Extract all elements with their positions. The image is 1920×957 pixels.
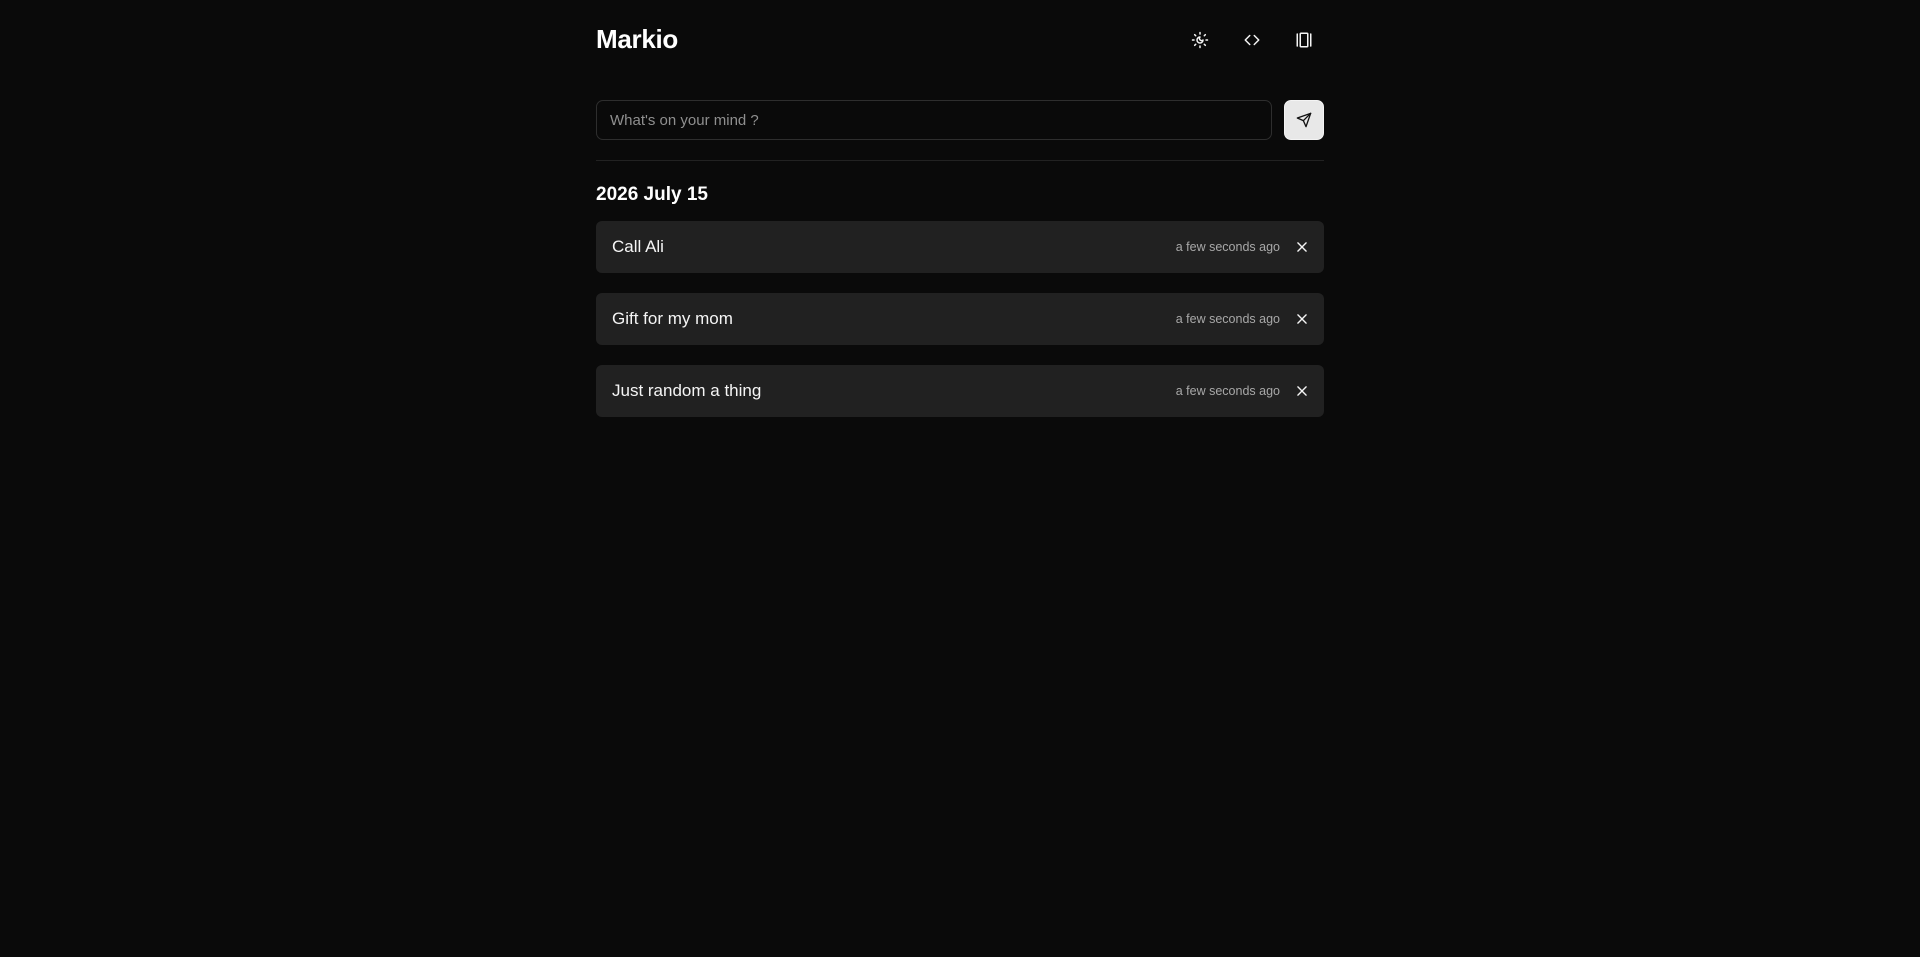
- header: Markio: [596, 0, 1324, 80]
- delete-note-button[interactable]: [1292, 309, 1312, 329]
- note-list: Call Ali a few seconds ago Gift for my m…: [596, 221, 1324, 437]
- layout-panel-icon: [1296, 32, 1312, 48]
- note-text: Just random a thing: [612, 381, 762, 400]
- send-icon: [1296, 112, 1312, 128]
- delete-note-button[interactable]: [1292, 237, 1312, 257]
- note-timestamp: a few seconds ago: [1175, 384, 1280, 398]
- close-icon: [1297, 314, 1307, 324]
- layout-panel-button[interactable]: [1284, 20, 1324, 60]
- note-text: Call Ali: [612, 237, 664, 256]
- note-input[interactable]: [596, 100, 1272, 140]
- app-title: Markio: [596, 24, 679, 54]
- close-icon: [1297, 386, 1307, 396]
- date-heading: 2026 July 15: [596, 184, 708, 205]
- app-container: Markio What's on your mind ? 2026 July 1…: [596, 0, 1324, 417]
- note-item[interactable]: Gift for my mom a few seconds ago: [596, 293, 1324, 345]
- code-button[interactable]: [1232, 20, 1272, 60]
- note-composer: [596, 100, 1324, 140]
- divider: [596, 160, 1324, 161]
- theme-toggle-button[interactable]: [1180, 20, 1220, 60]
- theme-toggle-icon: [1191, 31, 1209, 49]
- delete-note-button[interactable]: [1292, 381, 1312, 401]
- note-text: Gift for my mom: [612, 309, 733, 328]
- note-item[interactable]: Call Ali a few seconds ago: [596, 221, 1324, 273]
- code-icon: [1244, 34, 1260, 46]
- note-timestamp: a few seconds ago: [1175, 240, 1280, 254]
- header-actions: [1180, 20, 1324, 60]
- close-icon: [1297, 242, 1307, 252]
- send-button[interactable]: [1284, 100, 1324, 140]
- note-item[interactable]: Just random a thing a few seconds ago: [596, 365, 1324, 417]
- note-timestamp: a few seconds ago: [1175, 312, 1280, 326]
